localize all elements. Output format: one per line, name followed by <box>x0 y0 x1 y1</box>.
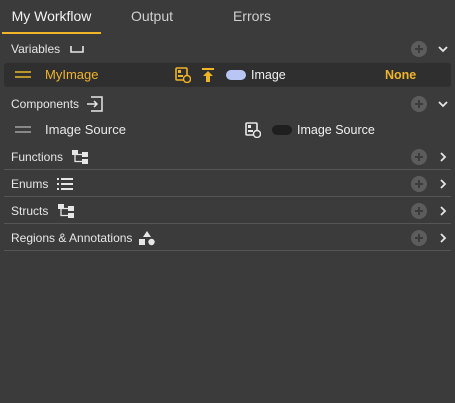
chevron-down-icon[interactable] <box>437 98 449 110</box>
section-header-components[interactable]: Components <box>0 91 455 117</box>
image-type-pill <box>226 70 246 80</box>
hierarchy-icon <box>58 204 74 218</box>
add-enum-button[interactable] <box>411 176 427 192</box>
chevron-right-icon[interactable] <box>437 178 449 190</box>
tab-my-workflow[interactable]: My Workflow <box>2 0 101 34</box>
section-label-variables: Variables <box>11 42 61 56</box>
image-source-type-pill <box>272 125 292 135</box>
section-label-enums: Enums <box>11 177 49 191</box>
chevron-right-icon[interactable] <box>437 232 449 244</box>
section-header-regions-annotations[interactable]: Regions & Annotations <box>0 225 455 251</box>
variable-row-myimage[interactable]: MyImage Image None <box>4 63 451 87</box>
component-type: Image Source <box>297 123 375 137</box>
list-icon <box>57 178 73 190</box>
chevron-down-icon[interactable] <box>437 43 449 55</box>
section-header-structs[interactable]: Structs <box>0 198 455 224</box>
section-label-regions-annotations: Regions & Annotations <box>11 231 133 245</box>
variable-value[interactable]: None <box>385 63 416 87</box>
add-function-button[interactable] <box>411 149 427 165</box>
tab-bar: My Workflow Output Errors <box>0 0 455 34</box>
variable-bracket-icon <box>70 46 84 53</box>
add-component-button[interactable] <box>411 96 427 112</box>
add-region-button[interactable] <box>411 230 427 246</box>
section-label-functions: Functions <box>11 150 64 164</box>
component-row-image-source[interactable]: Image Source Image Source <box>4 118 451 142</box>
drag-handle-icon[interactable] <box>15 71 31 79</box>
variable-type: Image <box>251 68 286 82</box>
tab-output[interactable]: Output <box>112 0 192 34</box>
shapes-icon <box>139 231 155 246</box>
section-header-enums[interactable]: Enums <box>0 171 455 197</box>
image-link-icon[interactable] <box>245 122 261 138</box>
add-struct-button[interactable] <box>411 203 427 219</box>
chevron-right-icon[interactable] <box>437 151 449 163</box>
component-name: Image Source <box>45 122 126 137</box>
chevron-right-icon[interactable] <box>437 205 449 217</box>
section-header-variables[interactable]: Variables <box>0 36 455 62</box>
expose-upload-icon[interactable] <box>200 67 216 83</box>
image-link-icon[interactable] <box>175 67 191 83</box>
tab-errors[interactable]: Errors <box>212 0 292 34</box>
drag-handle-icon[interactable] <box>15 126 31 134</box>
workflow-panel: My Workflow Output Errors Variables MyIm… <box>0 0 455 403</box>
add-variable-button[interactable] <box>411 41 427 57</box>
variable-name: MyImage <box>45 67 99 82</box>
section-label-structs: Structs <box>11 204 49 218</box>
input-arrow-icon <box>87 96 103 112</box>
active-tab-indicator <box>2 32 101 34</box>
hierarchy-icon <box>72 150 88 164</box>
section-header-functions[interactable]: Functions <box>0 144 455 170</box>
section-label-components: Components <box>11 97 80 111</box>
